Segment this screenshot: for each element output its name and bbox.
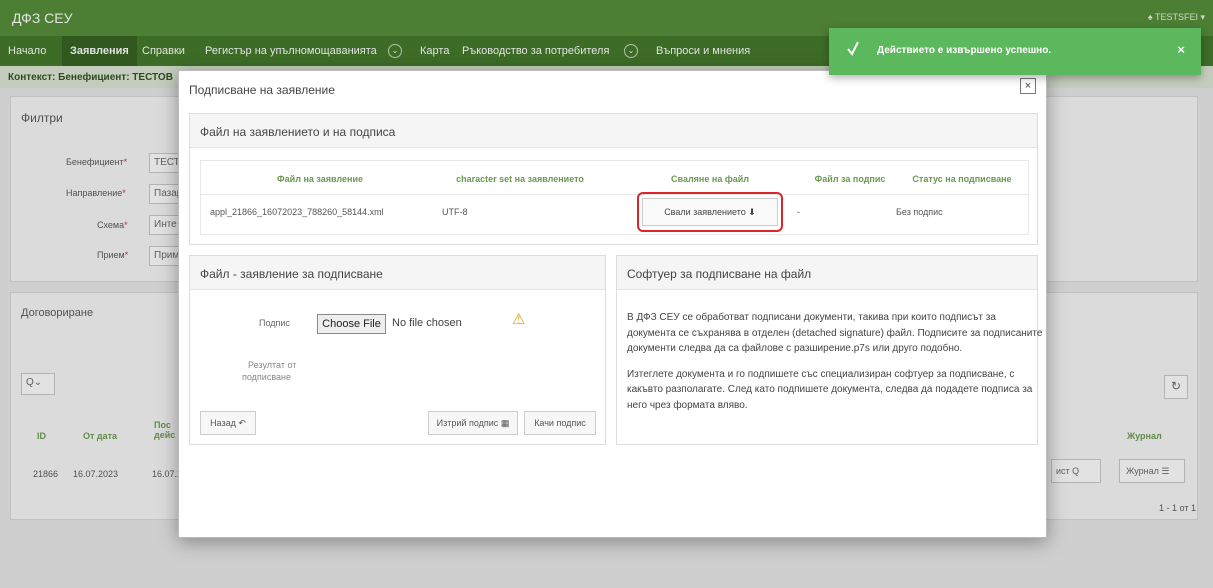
success-toast: Действието е извършено успешно. × (829, 28, 1201, 75)
close-icon[interactable]: × (1020, 78, 1036, 94)
charset-cell: UTF-8 (442, 207, 468, 217)
choose-file-button[interactable]: Choose File (317, 314, 386, 334)
undo-icon: ↶ (238, 418, 246, 428)
file-section-title: Файл на заявлението и на подписа (190, 114, 1037, 148)
trash-icon: ▦ (500, 418, 510, 428)
back-button[interactable]: Назад ↶ (200, 411, 256, 435)
file-name-cell: appl_21866_16072023_788260_58144.xml (210, 207, 384, 217)
software-section-title: Софтуер за подписване на файл (617, 256, 1037, 290)
warning-icon: ⚠ (512, 311, 526, 328)
column-header-file: Файл на заявление (277, 174, 363, 184)
signing-result-label: подписване (242, 372, 291, 382)
column-header-signature-file: Файл за подпис (814, 174, 886, 184)
sign-file-section: Файл - заявление за подписване Подпис Ch… (189, 255, 606, 445)
highlight-box (637, 192, 783, 232)
sign-application-modal: Подписване на заявление × Файл на заявле… (178, 70, 1047, 538)
signature-file-cell: - (797, 207, 800, 217)
software-info-paragraph: В ДФЗ СЕУ се обработват подписани докуме… (627, 312, 1043, 354)
toast-message: Действието е извършено успешно. (877, 45, 1052, 56)
sign-status-cell: Без подпис (896, 207, 943, 217)
software-info-paragraph: Изтеглете документа и го подпишете със с… (627, 368, 1033, 411)
file-input-status: No file chosen (392, 317, 462, 329)
file-section: Файл на заявлението и на подписа Файл на… (189, 113, 1038, 245)
close-icon[interactable]: × (1177, 42, 1185, 57)
software-info-text: В ДФЗ СЕУ се обработват подписани докуме… (627, 310, 1047, 413)
sign-section-title: Файл - заявление за подписване (190, 256, 605, 290)
modal-title: Подписване на заявление (189, 83, 335, 97)
file-table (200, 160, 1029, 235)
column-header-download: Сваляне на файл (671, 174, 749, 184)
signature-label: Подпис (259, 318, 290, 328)
column-header-sign-status: Статус на подписване (912, 174, 1012, 184)
upload-signature-button[interactable]: Качи подпис (524, 411, 596, 435)
signing-result-label: Резултат от (248, 360, 297, 370)
check-icon (847, 41, 859, 56)
signing-software-section: Софтуер за подписване на файл В ДФЗ СЕУ … (616, 255, 1042, 445)
column-header-charset: character set на заявлението (456, 174, 584, 184)
delete-signature-button[interactable]: Изтрий подпис ▦ (428, 411, 518, 435)
